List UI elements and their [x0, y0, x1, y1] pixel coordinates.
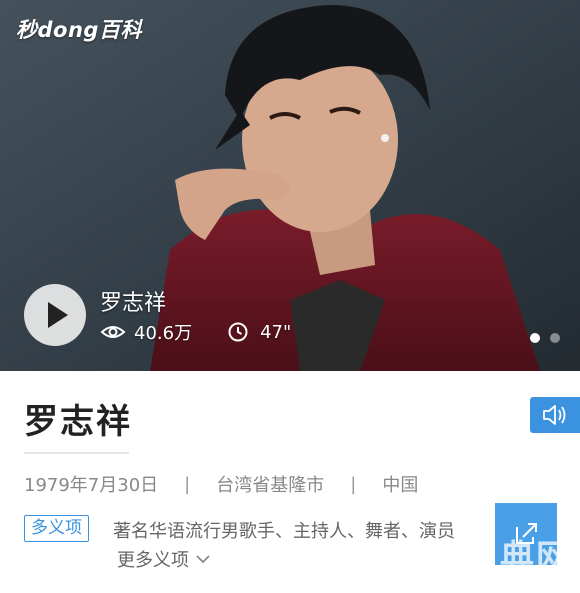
- more-meanings-link[interactable]: 更多义项: [117, 546, 211, 572]
- carousel-dot[interactable]: [530, 333, 540, 343]
- pronunciation-button[interactable]: [530, 397, 580, 433]
- brand-logo: 秒dong百科: [16, 18, 142, 42]
- nationality: 中国: [382, 475, 419, 496]
- carousel-dot[interactable]: [550, 333, 560, 343]
- chevron-down-icon: [196, 555, 210, 564]
- page-title: 罗志祥: [24, 402, 132, 442]
- hero-portrait-image: [0, 0, 580, 371]
- video-title: 罗志祥: [100, 291, 167, 316]
- play-button[interactable]: [24, 284, 86, 346]
- more-meanings-label: 更多义项: [117, 550, 189, 571]
- fact-separator: |: [184, 473, 191, 495]
- title-divider: [24, 452, 129, 454]
- eye-icon: [100, 326, 126, 338]
- basic-facts: 1979年7月30日 | 台湾省基隆市 | 中国: [24, 471, 418, 497]
- birthplace: 台湾省基隆市: [216, 475, 325, 496]
- speaker-icon: [543, 405, 566, 425]
- carousel-indicator: [530, 333, 570, 343]
- video-banner[interactable]: 秒dong百科 罗志祥 40.6万 47": [0, 0, 580, 371]
- view-count: 40.6万: [134, 323, 193, 344]
- video-duration: 47": [260, 321, 292, 343]
- site-watermark: 典网: [500, 538, 572, 578]
- birth-date: 1979年7月30日: [24, 475, 159, 496]
- fact-separator: |: [350, 473, 357, 495]
- polysemy-description: 著名华语流行男歌手、主持人、舞者、演员: [113, 521, 455, 542]
- polysemy-tag[interactable]: 多义项: [24, 515, 89, 542]
- video-meta: 40.6万 47": [100, 320, 291, 344]
- clock-icon: [228, 322, 248, 342]
- play-icon: [48, 302, 68, 328]
